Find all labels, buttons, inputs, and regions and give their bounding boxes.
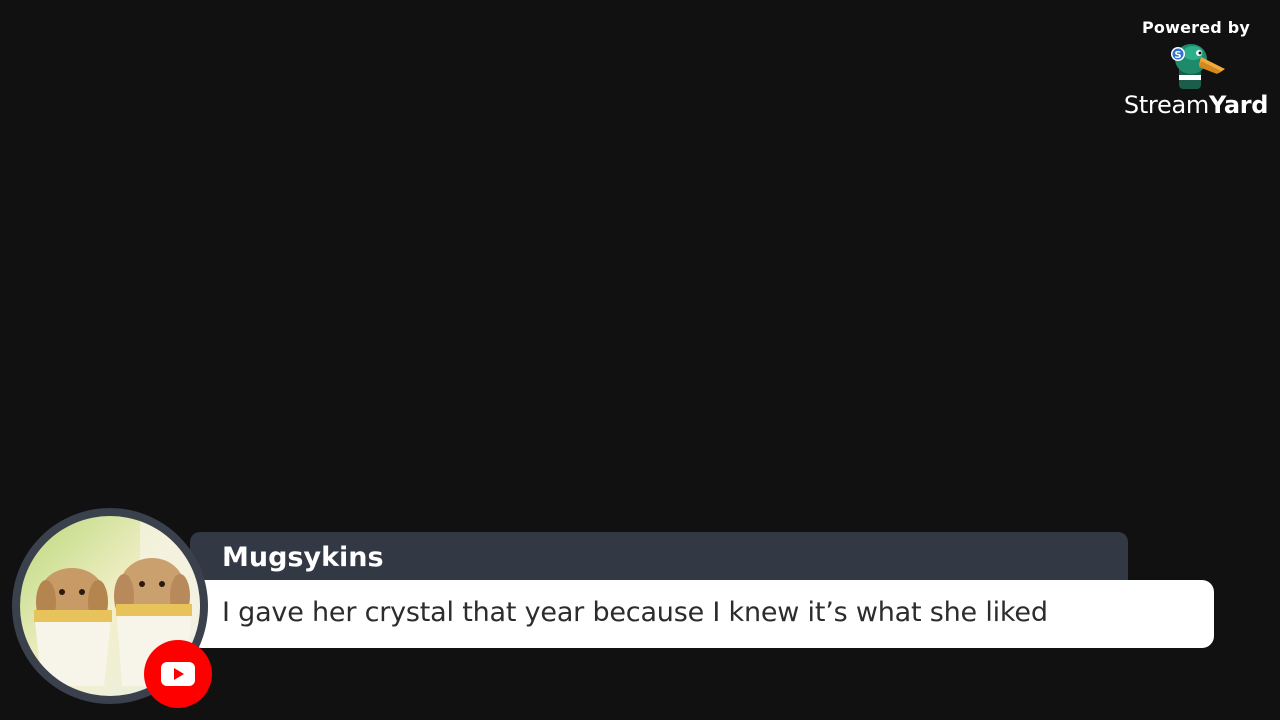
comment-message-bar: I gave her crystal that year because I k… xyxy=(190,580,1214,648)
youtube-icon xyxy=(144,640,212,708)
streamyard-branding: Powered by S StreamYard xyxy=(1124,16,1269,117)
wordmark-yard: Yard xyxy=(1208,91,1269,119)
powered-by-label: Powered by xyxy=(1142,18,1250,37)
wordmark-stream: Stream xyxy=(1123,91,1209,119)
streamyard-wordmark: StreamYard xyxy=(1123,91,1269,119)
comment-message-text: I gave her crystal that year because I k… xyxy=(222,597,1048,628)
comment-author-name: Mugsykins xyxy=(222,542,384,573)
youtube-play-icon xyxy=(161,662,195,686)
streamyard-duck-logo-icon: S xyxy=(1171,44,1225,89)
svg-text:S: S xyxy=(1174,50,1181,61)
